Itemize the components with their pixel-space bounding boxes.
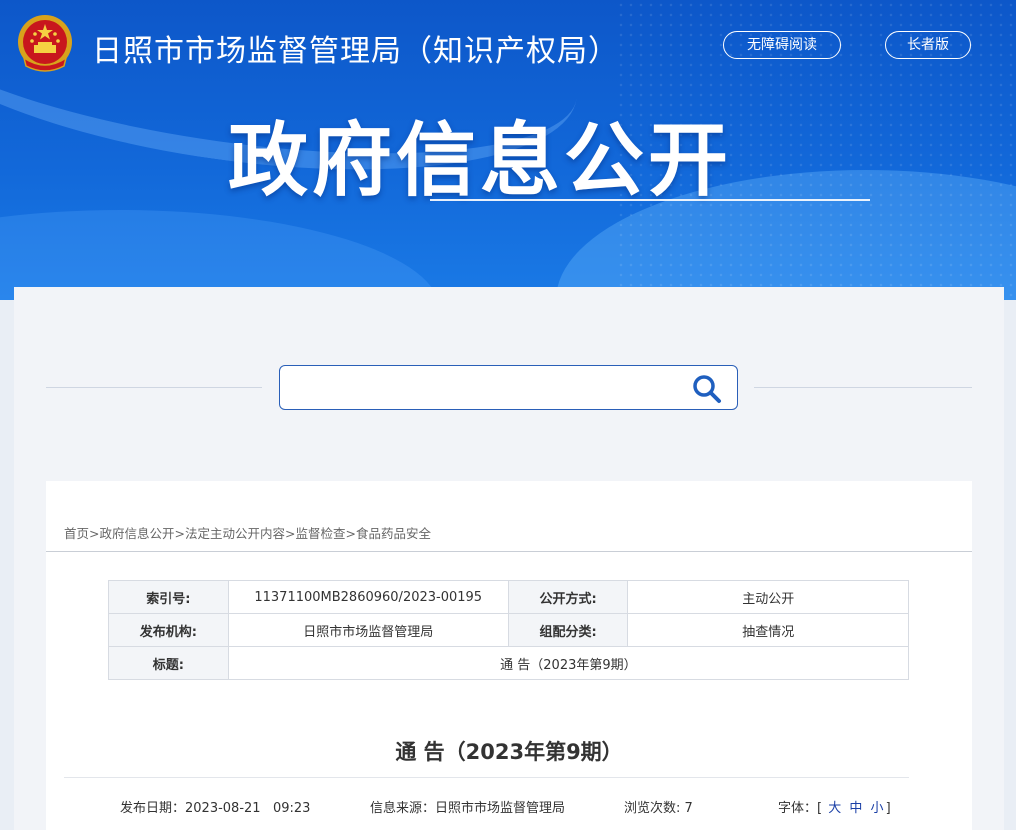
document-title-divider <box>64 777 909 778</box>
publisher-value: 日照市市场监督管理局 <box>227 613 509 647</box>
elder-version-button[interactable]: 长者版 <box>885 31 971 59</box>
breadcrumb-divider <box>46 551 972 552</box>
index-number-value: 11371100MB2860960/2023-00195 <box>227 580 509 614</box>
disclosure-method-value: 主动公开 <box>627 580 909 614</box>
search-divider-right <box>754 387 972 388</box>
title-value: 通 告（2023年第9期） <box>227 646 910 680</box>
info-source-value: 日照市市场监督管理局 <box>435 801 566 816</box>
document-meta-table: 索引号: 11371100MB2860960/2023-00195 公开方式: … <box>108 580 910 680</box>
document-title: 通 告（2023年第9期） <box>395 740 623 764</box>
publish-date-label: 发布日期： <box>120 801 186 816</box>
accessibility-reading-button[interactable]: 无障碍阅读 <box>723 31 841 59</box>
publish-date: 发布日期：2023-08-21 09:23 <box>120 797 310 816</box>
table-row: 标题: 通 告（2023年第9期） <box>108 646 910 680</box>
search-box <box>279 365 738 410</box>
font-medium-button[interactable]: 中 <box>849 801 862 816</box>
breadcrumb-supervision-link[interactable]: 监督检查 <box>296 526 346 541</box>
index-number-label: 索引号: <box>108 580 229 614</box>
view-count-label: 浏览次数: <box>624 801 681 816</box>
banner-title-underline <box>430 199 870 201</box>
font-size-control: 字体：[ 大 中 小] <box>778 797 891 816</box>
info-source-label: 信息来源： <box>370 801 436 816</box>
national-emblem-icon <box>18 15 72 72</box>
search-input[interactable] <box>290 374 680 402</box>
font-large-button[interactable]: 大 <box>828 801 841 816</box>
breadcrumb-home-link[interactable]: 首页 <box>64 526 89 541</box>
breadcrumb-statutory-link[interactable]: 法定主动公开内容 <box>185 526 285 541</box>
disclosure-method-label: 公开方式: <box>507 580 629 614</box>
title-label: 标题: <box>108 646 229 680</box>
header-banner: 日照市市场监督管理局（知识产权局） 无障碍阅读 长者版 政府信息公开 <box>0 0 1016 300</box>
main-panel: 首页>政府信息公开>法定主动公开内容>监督检查>食品药品安全 索引号: 1137… <box>14 287 1004 830</box>
publisher-label: 发布机构: <box>108 613 229 647</box>
breadcrumb-gov-info-link[interactable]: 政府信息公开 <box>100 526 175 541</box>
breadcrumb: 首页>政府信息公开>法定主动公开内容>监督检查>食品药品安全 <box>64 523 431 542</box>
search-icon[interactable] <box>690 373 724 405</box>
banner-title: 政府信息公开 <box>228 114 732 207</box>
breadcrumb-separator: > <box>345 526 356 541</box>
breadcrumb-food-drug-link[interactable]: 食品药品安全 <box>356 526 431 541</box>
font-size-label: 字体： <box>778 801 818 816</box>
breadcrumb-separator: > <box>285 526 296 541</box>
font-bracket-close: ] <box>885 801 891 816</box>
font-small-button[interactable]: 小 <box>871 801 884 816</box>
breadcrumb-separator: > <box>89 526 100 541</box>
table-row: 索引号: 11371100MB2860960/2023-00195 公开方式: … <box>108 580 909 614</box>
table-row: 发布机构: 日照市市场监督管理局 组配分类: 抽查情况 <box>108 613 909 647</box>
article-content: 首页>政府信息公开>法定主动公开内容>监督检查>食品药品安全 索引号: 1137… <box>46 481 972 830</box>
publish-date-value: 2023-08-21 09:23 <box>185 801 311 816</box>
breadcrumb-separator: > <box>174 526 185 541</box>
search-divider-left <box>46 387 262 388</box>
site-title[interactable]: 日照市市场监督管理局（知识产权局） <box>92 26 619 70</box>
category-value: 抽查情况 <box>627 613 909 647</box>
font-bracket-open: [ <box>817 801 823 816</box>
view-count: 浏览次数: 7 <box>624 797 693 816</box>
info-source: 信息来源：日照市市场监督管理局 <box>370 797 565 816</box>
category-label: 组配分类: <box>507 613 629 647</box>
view-count-value: 7 <box>684 801 693 816</box>
